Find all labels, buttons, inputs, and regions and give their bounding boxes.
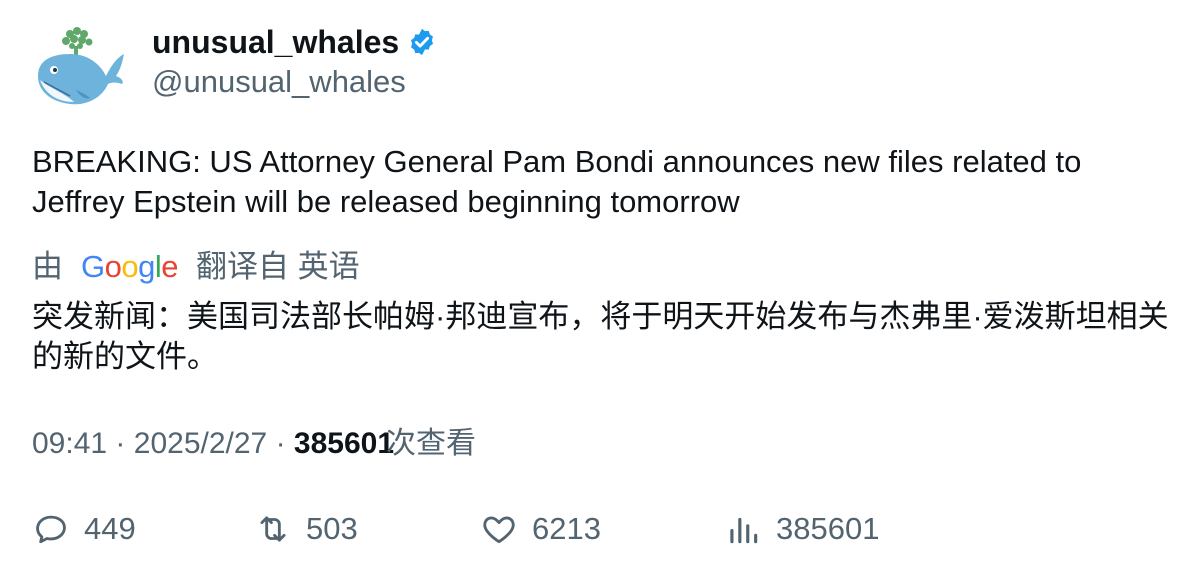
tweet-text: BREAKING: US Attorney General Pam Bondi … — [32, 144, 1082, 219]
translation-prefix: 由 — [32, 249, 63, 284]
verified-badge-icon — [411, 28, 434, 56]
retweet-button[interactable]: 503 — [254, 510, 358, 548]
translation-attribution: 由 Google 翻译自 英语 — [32, 246, 360, 288]
meta-separator: · — [115, 427, 126, 460]
avatar[interactable] — [30, 24, 126, 114]
author-display-name[interactable]: unusual_whales — [152, 22, 437, 62]
like-button[interactable]: 6213 — [480, 510, 601, 548]
tweet-metadata: 09:41 · 2025/2/27 · 385601次查看 — [32, 424, 476, 464]
tweet-time[interactable]: 09:41 — [32, 427, 107, 460]
analytics-icon — [730, 517, 758, 544]
whale-avatar-icon — [38, 27, 124, 105]
reply-button[interactable]: 449 — [32, 510, 136, 548]
retweet-icon — [260, 516, 286, 542]
views-button[interactable]: 385601 — [724, 510, 879, 548]
author-name-text: unusual_whales — [152, 24, 400, 60]
views-label: 次查看 — [386, 427, 477, 460]
views-action-count: 385601 — [776, 511, 880, 546]
action-bar: 449 503 6213 385601 — [32, 510, 1172, 554]
tweet-date[interactable]: 2025/2/27 — [134, 427, 267, 460]
views-count: 385601 — [293, 427, 395, 460]
meta-separator: · — [275, 427, 286, 460]
like-count: 6213 — [532, 511, 601, 546]
translated-text: 突发新闻：美国司法部长帕姆·邦迪宣布，将于明天开始发布与杰弗里·爱泼斯坦相关的新… — [32, 299, 1169, 374]
heart-icon — [483, 516, 515, 544]
reply-count: 449 — [84, 511, 136, 546]
retweet-count: 503 — [306, 511, 358, 546]
google-logo: Google — [81, 249, 179, 284]
reply-icon — [36, 515, 66, 544]
author-handle[interactable]: @unusual_whales — [152, 62, 406, 102]
translation-suffix: 翻译自 英语 — [196, 249, 360, 284]
